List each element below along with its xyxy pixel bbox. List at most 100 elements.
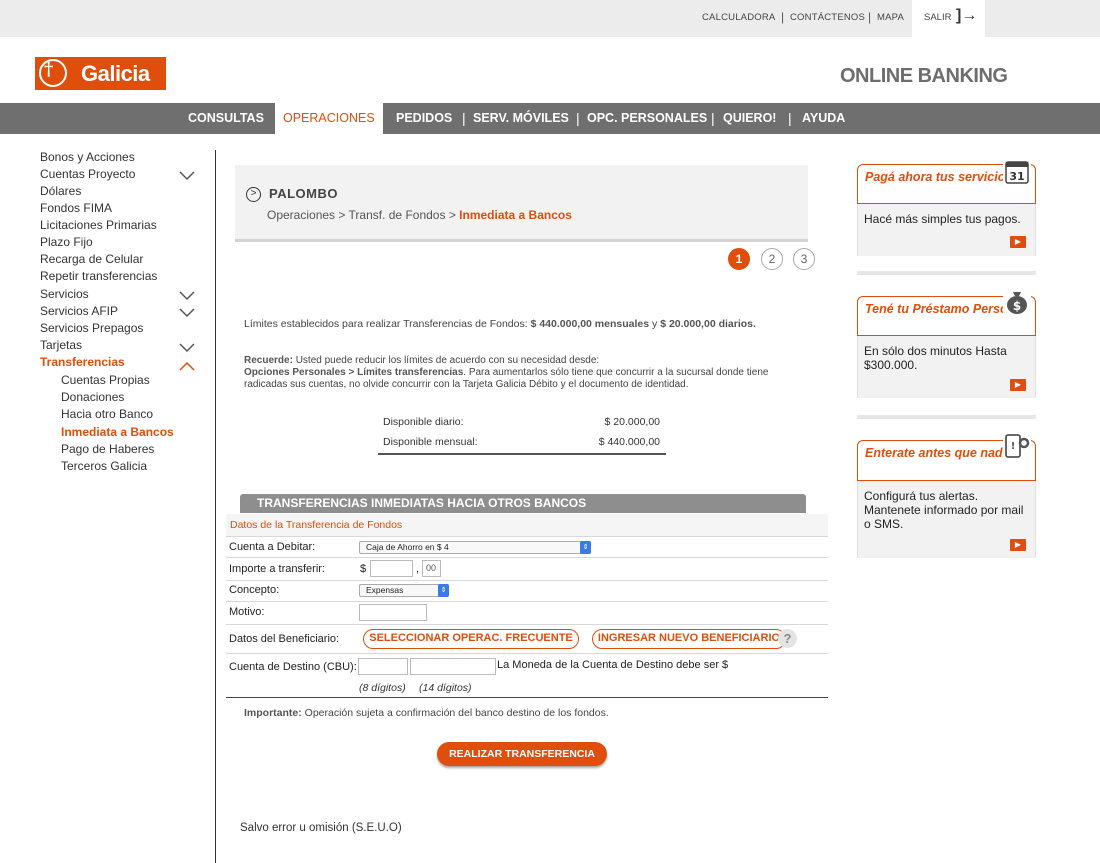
arrow-right-icon[interactable]: ▶: [1010, 379, 1026, 391]
sidebar-item-servicios-prepagos[interactable]: Servicios Prepagos: [40, 321, 143, 335]
nav-separator: |: [788, 110, 792, 126]
main-nav: CONSULTAS OPERACIONES PEDIDOS | SERV. MÓ…: [0, 103, 1100, 134]
cbu-14-digits-input[interactable]: [410, 658, 496, 675]
amount-integer-input[interactable]: [370, 560, 413, 577]
chevron-down-icon[interactable]: [178, 342, 196, 354]
select-frequent-button[interactable]: SELECCIONAR OPERAC. FRECUENTE: [363, 629, 579, 649]
logo-text: Galicia: [81, 61, 150, 86]
remember-note: Recuerde: Usted puede reducir los límite…: [244, 355, 804, 391]
sidebar-item-tarjetas[interactable]: Tarjetas: [40, 338, 82, 352]
beneficiary-label: Datos del Beneficiario:: [229, 633, 340, 645]
footer-note: Salvo error u omisión (S.E.U.O): [240, 822, 402, 834]
sidebar-item-licitaciones[interactable]: Licitaciones Primarias: [40, 218, 157, 232]
concept-select-value: Expensas: [366, 585, 404, 595]
promo-separator: [857, 415, 1036, 419]
step-1: 1: [728, 248, 750, 270]
nav-serv-moviles[interactable]: SERV. MÓVILES: [473, 103, 569, 134]
sidebar-item-transferencias[interactable]: Transferencias: [40, 355, 125, 369]
separator: |: [868, 10, 872, 24]
sidebar-subitem-inmediata-bancos[interactable]: Inmediata a Bancos: [61, 425, 174, 439]
row-divider: [226, 601, 828, 602]
remember-label: Recuerde:: [244, 355, 293, 366]
chevron-right-circle-icon: >: [246, 187, 261, 202]
row-divider: [226, 580, 828, 581]
link-contactenos[interactable]: CONTÁCTENOS: [790, 12, 865, 23]
limits-prefix: Límites establecidos para realizar Trans…: [244, 318, 528, 330]
sidebar-item-repetir-transferencias[interactable]: Repetir transferencias: [40, 269, 157, 283]
cbu-label: Cuenta de Destino (CBU):: [229, 661, 357, 673]
concept-select[interactable]: Expensas ⇕: [359, 584, 449, 597]
top-utility-bar: CALCULADORA | CONTÁCTENOS | MAPA SALIR ]…: [0, 0, 1100, 37]
nav-quiero[interactable]: QUIERO!: [723, 103, 776, 134]
daily-available-value: $ 20.000,00: [604, 416, 660, 428]
reason-input[interactable]: [359, 604, 427, 621]
select-arrows-icon: ⇕: [580, 541, 591, 554]
sidebar-subitem-cuentas-propias[interactable]: Cuentas Propias: [61, 373, 150, 387]
sidebar-subitem-terceros-galicia[interactable]: Terceros Galicia: [61, 459, 147, 473]
sidebar-item-dolares[interactable]: Dólares: [40, 184, 81, 198]
chevron-down-icon[interactable]: [178, 170, 196, 182]
sidebar-item-cuentas-proyecto[interactable]: Cuentas Proyecto: [40, 167, 135, 181]
important-text: Operación sujeta a confirmación del banc…: [304, 707, 609, 719]
cbu-8-digits-input[interactable]: [358, 658, 408, 675]
account-select[interactable]: Caja de Ahorro en $ 4 ⇕: [359, 541, 591, 554]
nav-opc-personales[interactable]: OPC. PERSONALES: [587, 103, 707, 134]
link-calculadora[interactable]: CALCULADORA: [702, 12, 775, 23]
limits-monthly: $ 440.000,00 mensuales: [530, 318, 650, 330]
limits-text: Límites establecidos para realizar Trans…: [244, 318, 756, 330]
link-mapa[interactable]: MAPA: [877, 12, 904, 23]
amount-label: Importe a transferir:: [229, 563, 325, 575]
submit-transfer-button[interactable]: REALIZAR TRANSFERENCIA: [437, 742, 607, 766]
row-divider: [226, 557, 828, 558]
row-divider: [226, 653, 828, 654]
breadcrumb-operaciones[interactable]: Operaciones: [267, 208, 335, 222]
breadcrumb-current: Inmediata a Bancos: [459, 208, 572, 222]
sidebar-item-fondos-fima[interactable]: Fondos FIMA: [40, 201, 112, 215]
sidebar-divider: [215, 150, 216, 863]
cbu-8-digits-hint: (8 dígitos): [359, 682, 406, 694]
remember-text1: Usted puede reducir los límites de acuer…: [295, 355, 600, 366]
arrow-right-icon[interactable]: ▶: [1010, 236, 1026, 248]
amount-decimal-input[interactable]: 00: [422, 560, 441, 577]
sidebar-subitem-donaciones[interactable]: Donaciones: [61, 390, 124, 404]
nav-operaciones[interactable]: OPERACIONES: [275, 103, 383, 134]
logout-button[interactable]: SALIR ]→: [912, 0, 985, 37]
sidebar-subitem-hacia-otro-banco[interactable]: Hacia otro Banco: [61, 407, 153, 421]
limits-daily: $ 20.000,00 diarios.: [660, 318, 756, 330]
galicia-logo[interactable]: † Galicia: [35, 57, 166, 90]
sidebar-item-servicios[interactable]: Servicios: [40, 287, 89, 301]
chevron-up-icon[interactable]: [178, 360, 196, 372]
promo-separator: [857, 271, 1036, 275]
nav-separator: |: [576, 110, 580, 126]
help-icon[interactable]: ?: [778, 629, 797, 648]
sidebar-item-plazo-fijo[interactable]: Plazo Fijo: [40, 235, 93, 249]
chevron-down-icon[interactable]: [178, 290, 196, 302]
online-banking-title: ONLINE BANKING: [840, 65, 1008, 87]
sidebar-item-servicios-afip[interactable]: Servicios AFIP: [40, 304, 118, 318]
nav-consultas[interactable]: CONSULTAS: [188, 103, 264, 134]
mobile-alert-icon: !: [1003, 432, 1031, 460]
nav-ayuda[interactable]: AYUDA: [802, 103, 845, 134]
logout-label: SALIR: [924, 12, 952, 23]
sidebar-item-recarga-celular[interactable]: Recarga de Celular: [40, 252, 143, 266]
concept-label: Concepto:: [229, 584, 280, 596]
separator: |: [781, 10, 785, 24]
breadcrumb-separator: >: [448, 208, 456, 222]
remember-path: Opciones Personales > Límites transferen…: [244, 367, 464, 378]
nav-separator: |: [711, 110, 715, 126]
chevron-down-icon[interactable]: [178, 307, 196, 319]
cross-icon: †: [44, 59, 54, 80]
sidebar-subitem-pago-haberes[interactable]: Pago de Haberes: [61, 442, 154, 456]
arrow-right-icon[interactable]: ▶: [1010, 539, 1026, 551]
available-divider: [378, 453, 666, 455]
sidebar-item-bonos[interactable]: Bonos y Acciones: [40, 150, 135, 164]
account-label: Cuenta a Debitar:: [229, 541, 316, 553]
new-beneficiary-button[interactable]: INGRESAR NUEVO BENEFICIARIO: [592, 629, 786, 649]
important-note: Importante: Operación sujeta a confirmac…: [244, 707, 609, 719]
reason-label: Motivo:: [229, 606, 265, 618]
row-divider: [226, 624, 828, 625]
nav-pedidos[interactable]: PEDIDOS: [396, 103, 452, 134]
breadcrumb-transf-fondos[interactable]: Transf. de Fondos: [349, 208, 446, 222]
form-subtitle: Datos de la Transferencia de Fondos: [226, 514, 828, 536]
breadcrumb-panel: > PALOMBO Operaciones > Transf. de Fondo…: [235, 165, 808, 242]
